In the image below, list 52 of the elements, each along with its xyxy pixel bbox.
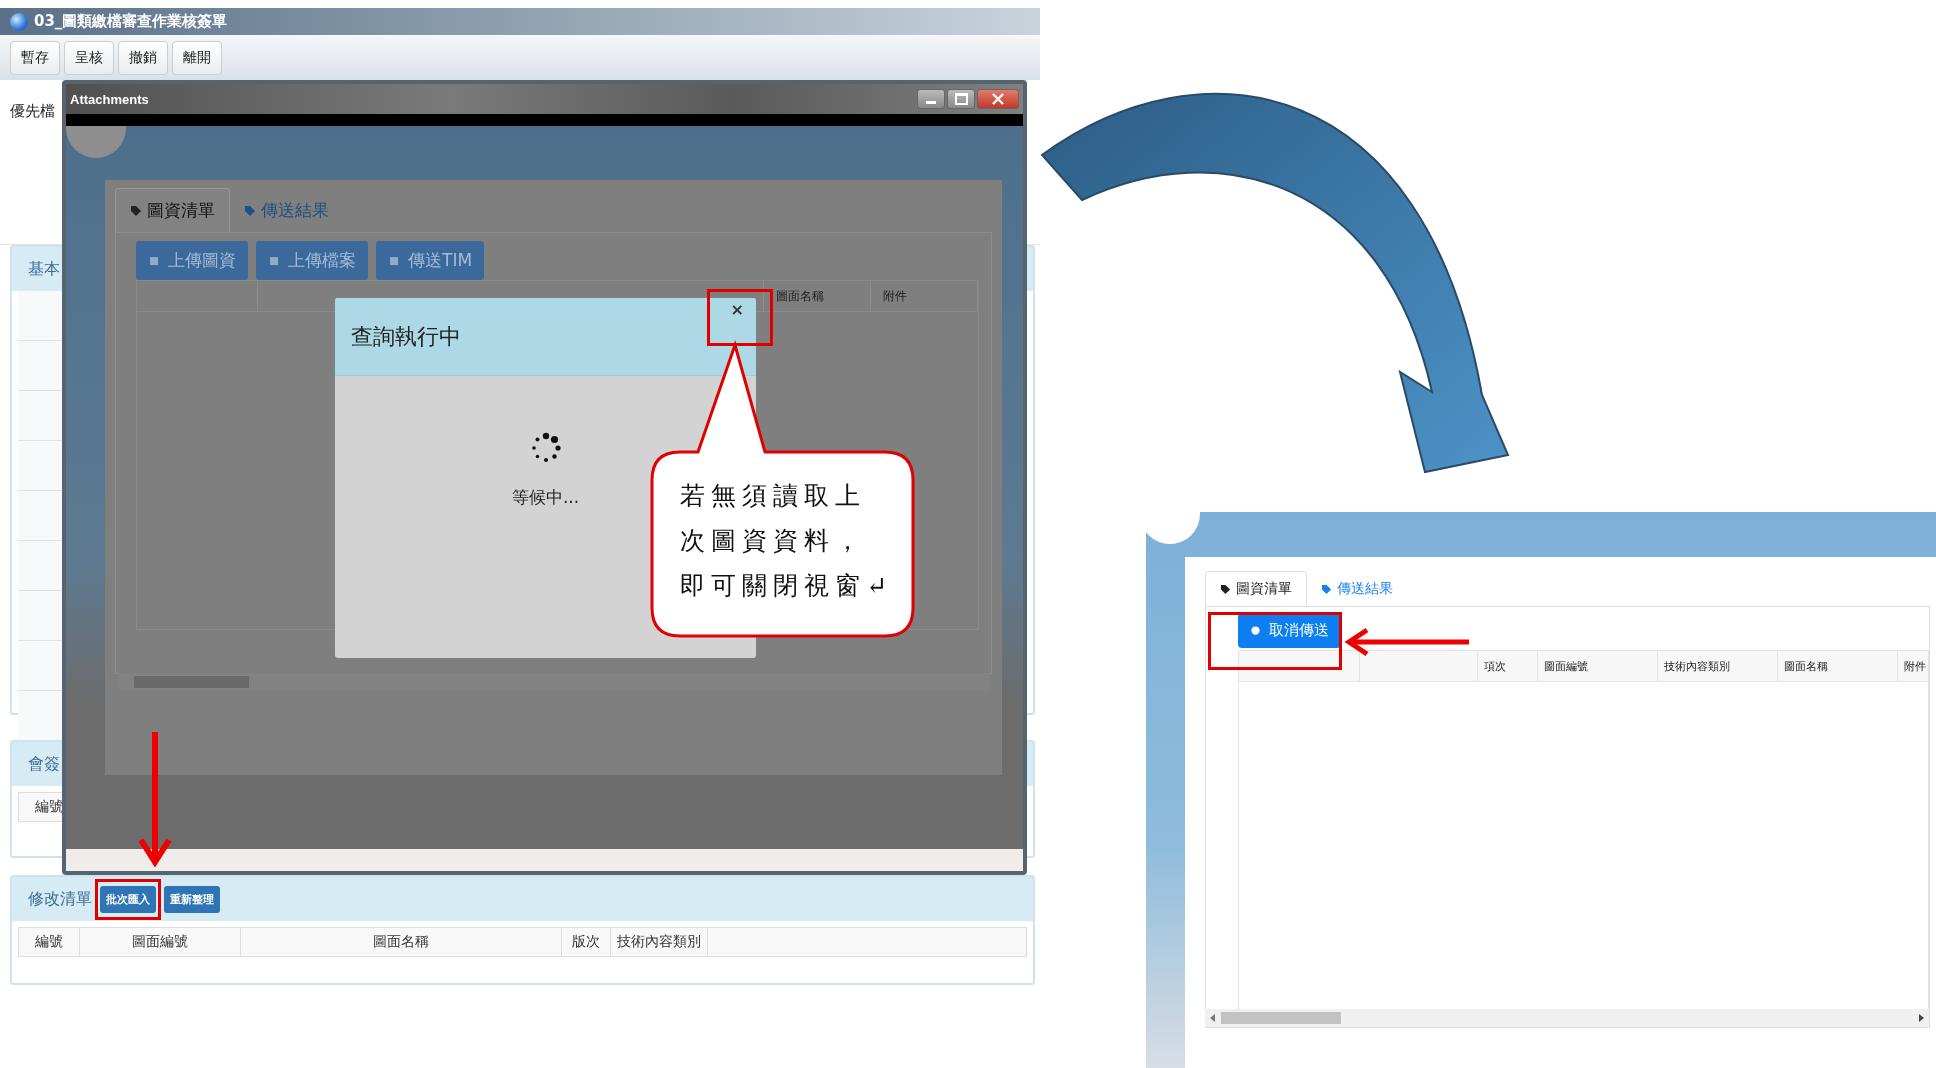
section-title: 基本 [28, 258, 60, 280]
tag-icon [244, 204, 256, 217]
minimize-icon[interactable] [917, 89, 945, 109]
cancel-send-button[interactable]: 取消傳送 [1238, 613, 1341, 648]
toolbar-button[interactable]: 撤銷 [118, 40, 168, 75]
column-header: 附件 [1898, 651, 1936, 681]
toolbar-button[interactable]: 暫存 [10, 40, 60, 75]
tab[interactable]: 圖資清單 [1205, 571, 1307, 607]
field-label: 優先檔 [10, 102, 55, 120]
maximize-icon[interactable] [947, 89, 975, 109]
action-button[interactable]: 上傳圖資 [136, 241, 248, 280]
dot-icon [1250, 625, 1261, 636]
square-icon [148, 254, 160, 267]
column-header: 技術內容類別 [611, 928, 708, 956]
highlight-frame [707, 289, 773, 346]
column-header: 圖面名稱 [241, 928, 562, 956]
scroll-right-icon[interactable] [1917, 1013, 1925, 1023]
toolbar-button[interactable]: 離開 [172, 40, 222, 75]
column-header: 技術內容類別 [1658, 651, 1778, 681]
action-button[interactable]: 上傳檔案 [256, 241, 368, 280]
section-title: 修改清單 [28, 888, 92, 910]
square-icon [388, 254, 400, 267]
loading-spinner-icon [529, 432, 562, 464]
close-button[interactable]: × [726, 300, 748, 319]
section-title: 會簽 [28, 753, 60, 775]
scroll-left-icon[interactable] [1209, 1013, 1217, 1023]
square-icon [268, 254, 280, 267]
tag-icon [1220, 583, 1231, 595]
column-header: 附件 [870, 281, 978, 311]
globe-icon [10, 12, 28, 31]
column-header: 圖面名稱 [1778, 651, 1898, 681]
column-header: 圖面名稱 [763, 281, 871, 311]
tag-icon [1321, 583, 1332, 595]
loading-message: 等候中... [511, 486, 580, 509]
action-button[interactable]: 傳送TIM [376, 241, 485, 280]
callout-text: 若無須讀取上 次圖資資料， 即可關閉視窗↵ [680, 480, 893, 602]
column-header: 項次 [1478, 651, 1538, 681]
section-button[interactable]: 重新整理 [164, 885, 220, 913]
section-button[interactable]: 批次匯入 [100, 885, 156, 913]
window-title: Attachments [70, 91, 149, 107]
dialog-title: 查詢執行中 [351, 322, 461, 351]
toolbar-button[interactable]: 呈核 [64, 40, 114, 75]
horizontal-scrollbar[interactable] [1205, 1009, 1929, 1027]
column-header: 編號 [19, 928, 80, 956]
tab[interactable]: 傳送結果 [1307, 572, 1407, 606]
column-header: 版次 [562, 928, 611, 956]
close-icon[interactable] [977, 89, 1019, 109]
column-header: 圖面編號 [1538, 651, 1658, 681]
window-title: 03_圖類繳檔審查作業核簽單 [34, 12, 228, 31]
column-header: 圖面編號 [80, 928, 241, 956]
tag-icon [130, 204, 142, 217]
tab[interactable]: 圖資清單 [115, 188, 230, 232]
